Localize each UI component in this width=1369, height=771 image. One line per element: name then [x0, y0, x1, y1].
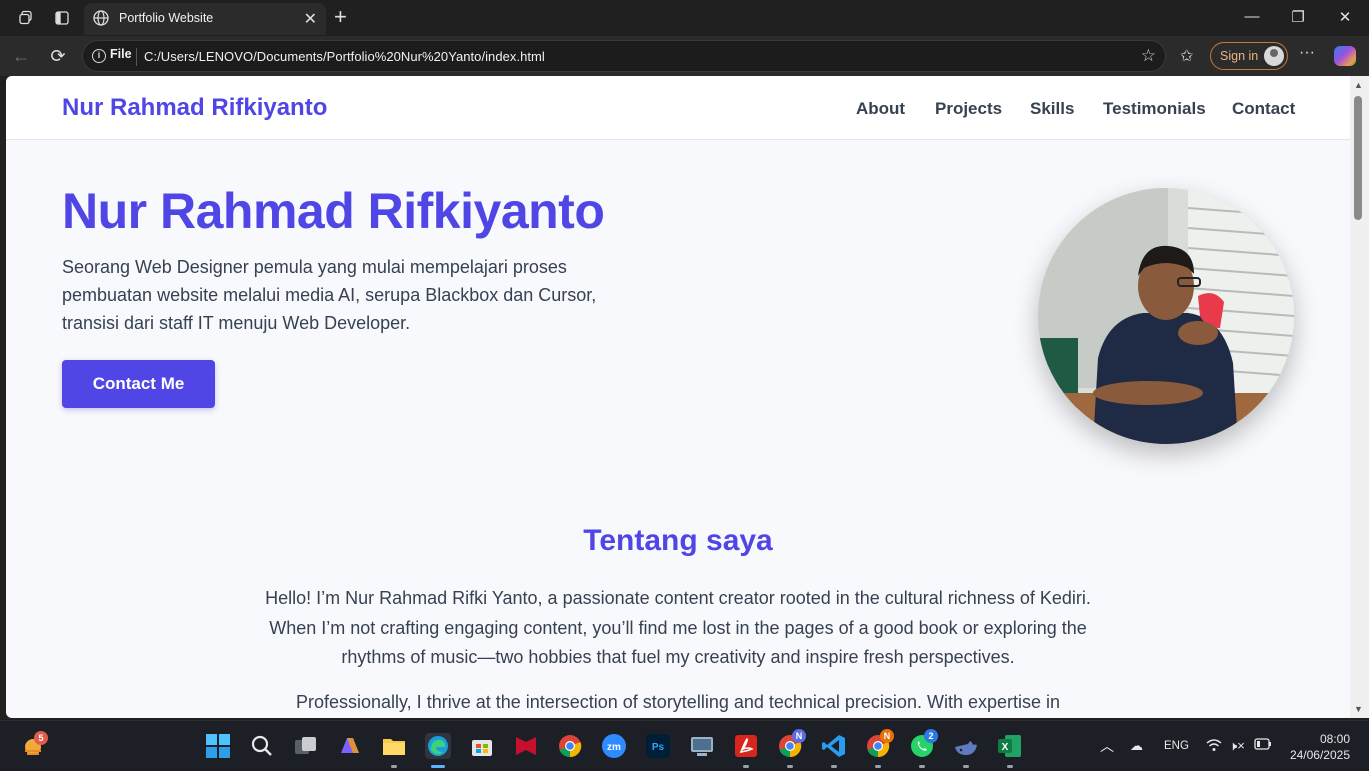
chrome-profile-icon[interactable]: N: [777, 729, 806, 759]
close-window-icon[interactable]: ✕: [1330, 8, 1360, 26]
site-brand[interactable]: Nur Rahmad Rifkiyanto: [62, 94, 327, 122]
avatar-icon: [1264, 46, 1284, 66]
zoom-icon[interactable]: zm: [601, 733, 627, 759]
hero-line: Seorang Web Designer pemula yang mulai m…: [62, 257, 567, 277]
onedrive-offline-icon[interactable]: ☁: [1130, 738, 1143, 754]
running-indicator: [919, 765, 925, 768]
nav-skills[interactable]: Skills: [1030, 99, 1074, 119]
clock[interactable]: 08:00 24/06/2025: [1280, 731, 1350, 763]
nav-projects[interactable]: Projects: [935, 99, 1002, 119]
page-viewport: Nur Rahmad Rifkiyanto About Projects Ski…: [6, 76, 1350, 718]
about-title: Tentang saya: [583, 524, 773, 557]
acrobat-icon[interactable]: [733, 733, 759, 759]
hero-line: transisi dari staff IT menuju Web Develo…: [62, 313, 411, 333]
contact-me-button[interactable]: Contact Me: [62, 360, 215, 408]
running-indicator: [743, 765, 749, 768]
running-indicator: [831, 765, 837, 768]
page-scrollbar[interactable]: ▲ ▼: [1350, 76, 1369, 718]
restore-icon[interactable]: ❐: [1283, 8, 1313, 26]
clock-time: 08:00: [1319, 732, 1350, 746]
sign-in-button[interactable]: Sign in: [1210, 42, 1288, 70]
windows-taskbar: 5 zm Ps N N 2 X ︿ ☁ ENG 🕨× 08:00 24/06/2…: [0, 720, 1369, 771]
info-icon[interactable]: i: [92, 49, 106, 63]
wifi-icon[interactable]: [1206, 738, 1222, 755]
more-options-icon[interactable]: ···: [1299, 44, 1315, 62]
about-paragraph-1: Hello! I’m Nur Rahmad Rifki Yanto, a pas…: [230, 584, 1126, 673]
globe-icon: [92, 9, 110, 27]
hero-title: Nur Rahmad Rifkiyanto: [62, 183, 605, 239]
running-indicator: [787, 765, 793, 768]
svg-text:X: X: [1002, 742, 1009, 753]
refresh-icon[interactable]: ⟳: [47, 45, 69, 67]
whatsapp-icon[interactable]: 2: [909, 729, 938, 759]
battery-icon[interactable]: [1254, 738, 1272, 753]
favorites-icon[interactable]: ✩: [1180, 46, 1193, 66]
about-line: When I’m not crafting engaging content, …: [269, 617, 1087, 638]
scroll-down-icon[interactable]: ▼: [1354, 704, 1363, 714]
language-indicator[interactable]: ENG: [1164, 740, 1189, 752]
remote-desktop-icon[interactable]: [689, 733, 715, 759]
nav-testimonials[interactable]: Testimonials: [1103, 99, 1206, 119]
clock-date: 24/06/2025: [1289, 748, 1350, 762]
profile-badge: N: [792, 729, 806, 743]
scroll-up-icon[interactable]: ▲: [1354, 80, 1363, 90]
browser-toolbar: ← ⟳ i File C:/Users/LENOVO/Documents/Por…: [0, 36, 1369, 76]
active-indicator: [431, 765, 445, 768]
vscode-icon[interactable]: [821, 733, 847, 759]
widget-badge: 5: [34, 731, 48, 745]
scheme-chip[interactable]: File: [110, 47, 132, 61]
copilot-icon[interactable]: [1334, 46, 1356, 66]
file-explorer-icon[interactable]: [381, 733, 407, 759]
site-header: Nur Rahmad Rifkiyanto About Projects Ski…: [6, 76, 1350, 140]
edge-icon[interactable]: [425, 733, 451, 759]
chevron-up-icon[interactable]: ︿: [1100, 736, 1114, 756]
profile-badge: N: [880, 729, 894, 743]
task-view-icon[interactable]: [293, 733, 319, 759]
nav-about[interactable]: About: [856, 99, 905, 119]
workspaces-icon[interactable]: [16, 8, 36, 28]
browser-title-bar: Portfolio Website ✕ + — ❐ ✕: [0, 0, 1369, 36]
whatsapp-badge: 2: [924, 729, 938, 743]
mcafee-icon[interactable]: [513, 733, 539, 759]
about-line: Hello! I’m Nur Rahmad Rifki Yanto, a pas…: [265, 588, 1091, 608]
excel-icon[interactable]: X: [997, 733, 1023, 759]
photoshop-icon[interactable]: Ps: [645, 733, 671, 759]
svg-text:Ps: Ps: [652, 742, 665, 753]
address-divider: [136, 48, 137, 66]
favorite-star-icon[interactable]: ☆: [1141, 46, 1156, 66]
hero-line: pembuatan website melalui media AI, seru…: [62, 285, 597, 305]
nav-contact[interactable]: Contact: [1232, 99, 1295, 119]
tab-title: Portfolio Website: [119, 11, 214, 25]
active-tab[interactable]: Portfolio Website ✕: [84, 3, 326, 35]
profile-photo: [1038, 188, 1294, 444]
running-indicator: [1007, 765, 1013, 768]
vertical-tabs-icon[interactable]: [52, 8, 72, 28]
search-icon[interactable]: [249, 733, 275, 759]
address-url[interactable]: C:/Users/LENOVO/Documents/Portfolio%20Nu…: [144, 49, 545, 64]
sign-in-label: Sign in: [1220, 49, 1259, 63]
about-paragraph-2: Professionally, I thrive at the intersec…: [230, 688, 1126, 718]
hero-description: Seorang Web Designer pemula yang mulai m…: [62, 253, 662, 337]
close-tab-icon[interactable]: ✕: [304, 9, 317, 29]
running-indicator: [963, 765, 969, 768]
about-line: rhythms of music—two hobbies that fuel m…: [341, 647, 1015, 667]
store-icon[interactable]: [469, 733, 495, 759]
weather-widget-icon[interactable]: 5: [21, 731, 48, 761]
running-indicator: [391, 765, 397, 768]
docker-icon[interactable]: [953, 733, 979, 759]
chrome-icon[interactable]: [557, 733, 583, 759]
address-bar[interactable]: i File C:/Users/LENOVO/Documents/Portfol…: [82, 40, 1166, 72]
chrome-profile-icon[interactable]: N: [865, 729, 894, 759]
about-line: Professionally, I thrive at the intersec…: [295, 692, 1061, 712]
scroll-thumb[interactable]: [1354, 96, 1362, 220]
minimize-icon[interactable]: —: [1237, 8, 1267, 25]
volume-muted-icon[interactable]: 🕨×: [1229, 738, 1245, 754]
start-icon[interactable]: [205, 733, 231, 759]
copilot-taskbar-icon[interactable]: [337, 733, 363, 759]
svg-text:zm: zm: [607, 742, 621, 753]
running-indicator: [875, 765, 881, 768]
back-arrow-icon[interactable]: ←: [10, 45, 32, 67]
new-tab-icon[interactable]: +: [334, 6, 347, 28]
